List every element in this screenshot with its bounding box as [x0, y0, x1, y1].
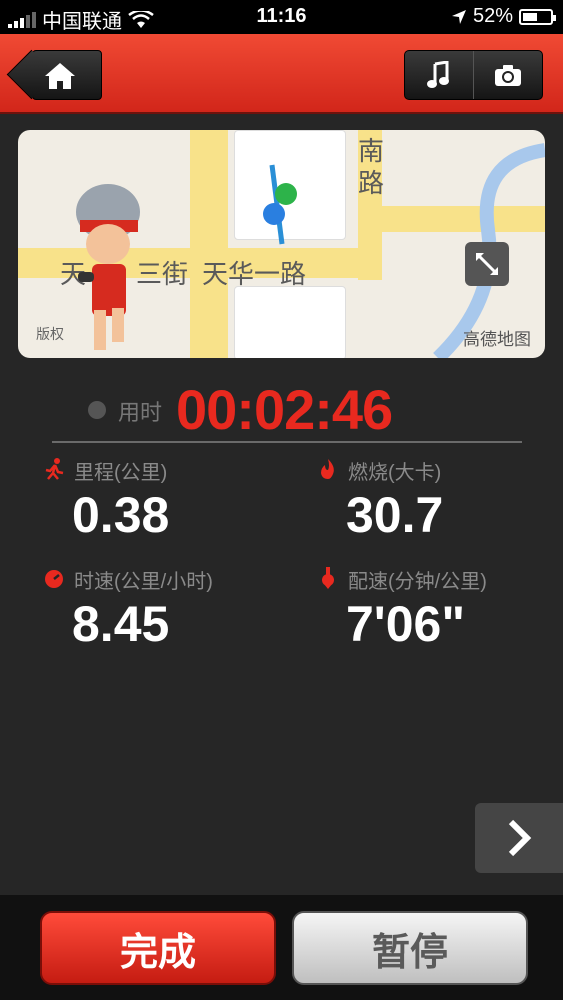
battery-percent: 52% — [472, 5, 513, 27]
flame-icon — [321, 459, 334, 479]
pace-pin-icon — [322, 567, 334, 589]
map-block — [234, 286, 346, 358]
chevron-right-icon — [508, 819, 532, 857]
runner-mascot — [76, 184, 140, 350]
camera-icon — [495, 65, 521, 86]
status-bar: 中国联通 11:16 52% — [0, 0, 563, 34]
speedometer-icon — [45, 570, 63, 588]
pause-button[interactable]: 暂停 — [292, 911, 528, 985]
stat-value: 30.7 — [346, 487, 444, 543]
stat-value: 0.38 — [72, 487, 170, 543]
stat-label: 时速(公里/小时) — [74, 571, 213, 593]
stat-label: 配速(分钟/公里) — [348, 571, 487, 593]
runner-icon — [45, 458, 64, 480]
music-button[interactable] — [405, 51, 473, 99]
media-buttons — [404, 50, 543, 100]
elapsed-time-label: 用时 — [118, 400, 163, 425]
divider — [52, 441, 522, 443]
battery-icon — [519, 8, 556, 25]
app-header — [0, 34, 563, 114]
map-label: 天华一路 — [202, 260, 307, 290]
home-button[interactable] — [32, 50, 102, 100]
next-page-button[interactable] — [475, 803, 563, 873]
expand-icon — [476, 253, 498, 275]
elapsed-time-value: 00:02:46 — [176, 378, 393, 441]
stat-label: 里程(公里) — [74, 462, 168, 484]
finish-button[interactable]: 完成 — [40, 911, 276, 985]
stat-value: 7'06" — [346, 596, 466, 652]
map-label: 南路 — [358, 137, 385, 199]
bottom-action-bar: 完成 暂停 — [0, 895, 563, 1000]
clock-icon — [88, 401, 106, 419]
route-marker — [263, 164, 297, 245]
expand-map-button[interactable] — [465, 242, 509, 286]
stat-value: 8.45 — [72, 596, 170, 652]
map-road — [190, 130, 228, 358]
camera-button[interactable] — [473, 51, 542, 99]
stat-label: 燃烧(大卡) — [348, 462, 442, 484]
map-copyright: 版权 — [36, 326, 64, 342]
elapsed-time-row: 用时 00:02:46 — [0, 375, 563, 441]
map-provider: 高德地图 — [463, 330, 531, 349]
route-map[interactable]: 天 三街 天华一路 南路 版权 高德地图 — [18, 130, 545, 358]
music-note-icon — [427, 61, 449, 88]
location-arrow-icon — [451, 9, 466, 24]
home-icon — [45, 63, 75, 89]
